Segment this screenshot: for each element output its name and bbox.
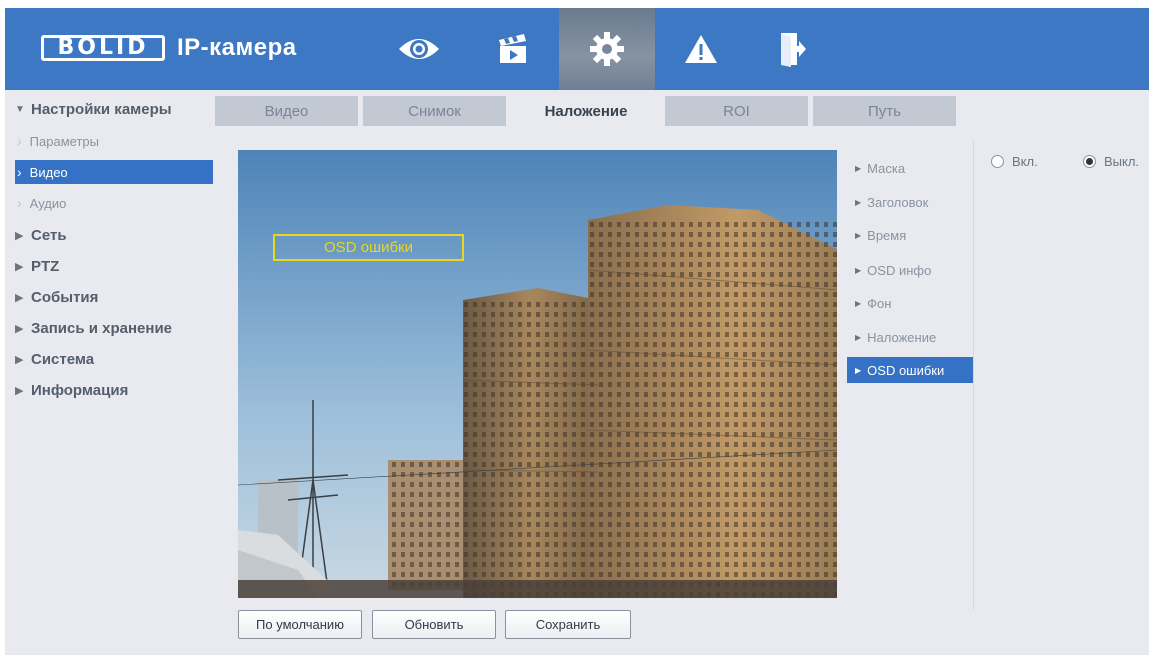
overlay-item-title[interactable]: ▶ Заголовок [847, 189, 973, 215]
triangle-right-icon: ▶ [855, 163, 862, 173]
overlay-item-label: Наложение [867, 329, 937, 345]
main-content: Видео Снимок Наложение ROI Путь OSD ошиб… [215, 90, 1149, 655]
bolid-logo: BOLID [41, 35, 165, 61]
radio-button-off[interactable] [1083, 155, 1096, 168]
osd-error-overlay[interactable]: OSD ошибки [273, 234, 464, 261]
logout-icon [781, 33, 806, 67]
tab-path[interactable]: Путь [813, 96, 956, 126]
gear-icon [590, 32, 624, 66]
triangle-right-icon: ▶ [15, 292, 24, 304]
overlay-item-label: Фон [867, 295, 892, 311]
warning-icon [685, 35, 717, 63]
overlay-item-mask[interactable]: ▶ Маска [847, 155, 973, 181]
sidebar-item-ptz[interactable]: ▶ PTZ [15, 258, 59, 275]
radio-button-on[interactable] [991, 155, 1004, 168]
sidebar-item-label: Сеть [31, 227, 67, 244]
tab-video[interactable]: Видео [215, 96, 358, 126]
sidebar-item-label: Параметры [29, 133, 99, 149]
tab-bar: Видео Снимок Наложение ROI Путь [215, 90, 1149, 126]
triangle-right-icon: ▶ [855, 230, 862, 240]
sidebar-item-label: Аудио [29, 195, 67, 211]
triangle-right-icon: ▶ [855, 197, 862, 207]
sidebar-item-parameters[interactable]: › Параметры [15, 129, 213, 153]
overlay-item-osd-errors[interactable]: ▶ OSD ошибки [847, 357, 973, 383]
radio-on[interactable]: Вкл. [991, 154, 1038, 169]
tab-snapshot[interactable]: Снимок [363, 96, 506, 126]
overlay-item-label: OSD инфо [867, 262, 932, 278]
sidebar-item-label: События [31, 289, 99, 306]
sidebar-camera-settings-label: Настройки камеры [31, 101, 172, 118]
overlay-item-label: OSD ошибки [867, 362, 945, 378]
sidebar-camera-settings[interactable]: ▼ Настройки камеры [15, 101, 172, 118]
nav-playback[interactable] [465, 8, 561, 90]
nav-live-view[interactable] [371, 8, 467, 90]
triangle-right-icon: ▶ [15, 385, 24, 397]
tab-overlay[interactable]: Наложение [512, 96, 660, 126]
logo-text: BOLID [57, 35, 149, 60]
overlay-item-label: Заголовок [867, 194, 929, 210]
clapperboard-icon [499, 34, 526, 63]
tab-label: Наложение [544, 102, 628, 120]
tab-label: Путь [868, 102, 901, 120]
overlay-item-label: Время [867, 227, 907, 243]
triangle-down-icon: ▼ [15, 104, 25, 115]
sidebar-item-events[interactable]: ▶ События [15, 289, 98, 306]
logo: BOLID IP-камера [41, 34, 297, 61]
tab-label: Видео [264, 102, 309, 120]
chevron-right-icon: › [17, 195, 22, 211]
triangle-right-icon: ▶ [855, 332, 862, 342]
radio-on-label: Вкл. [1012, 154, 1038, 169]
camera-scene [238, 150, 837, 598]
app-title: IP-камера [177, 34, 297, 61]
sidebar-item-video[interactable]: › Видео [15, 160, 213, 184]
eye-icon [399, 39, 439, 59]
triangle-right-icon: ▶ [15, 354, 24, 366]
sidebar-item-label: Система [31, 351, 95, 368]
sidebar: ▼ Настройки камеры › Параметры › Видео ›… [5, 90, 215, 655]
tab-label: ROI [723, 102, 750, 120]
top-bar: BOLID IP-камера [5, 8, 1149, 90]
save-button[interactable]: Сохранить [505, 610, 631, 639]
triangle-right-icon: ▶ [15, 261, 24, 273]
nav-settings[interactable] [559, 8, 655, 90]
sidebar-item-label: Информация [31, 382, 129, 399]
overlay-item-time[interactable]: ▶ Время [847, 222, 973, 248]
chevron-right-icon: › [17, 164, 22, 180]
default-button[interactable]: По умолчанию [238, 610, 362, 639]
divider [973, 140, 974, 610]
chevron-right-icon: › [17, 133, 22, 149]
sidebar-item-label: Запись и хранение [31, 320, 173, 337]
overlay-item-background[interactable]: ▶ Фон [847, 290, 973, 316]
triangle-right-icon: ▶ [855, 265, 862, 275]
overlay-item-label: Маска [867, 160, 906, 176]
tab-roi[interactable]: ROI [665, 96, 808, 126]
overlay-item-osd-info[interactable]: ▶ OSD инфо [847, 257, 973, 283]
sidebar-item-network[interactable]: ▶ Сеть [15, 227, 67, 244]
nav-alarm[interactable] [653, 8, 749, 90]
nav-logout[interactable] [745, 8, 841, 90]
video-preview[interactable]: OSD ошибки [238, 150, 837, 598]
sidebar-item-audio[interactable]: › Аудио [15, 191, 213, 215]
triangle-right-icon: ▶ [855, 298, 862, 308]
tab-label: Снимок [408, 102, 461, 120]
triangle-right-icon: ▶ [855, 365, 862, 375]
sidebar-item-label: Видео [29, 164, 68, 180]
overlay-item-overlay[interactable]: ▶ Наложение [847, 324, 973, 350]
sidebar-item-system[interactable]: ▶ Система [15, 351, 94, 368]
sidebar-item-storage[interactable]: ▶ Запись и хранение [15, 320, 172, 337]
refresh-button[interactable]: Обновить [372, 610, 496, 639]
radio-off-label: Выкл. [1104, 154, 1140, 169]
radio-off[interactable]: Выкл. [1083, 154, 1139, 169]
sidebar-item-info[interactable]: ▶ Информация [15, 382, 128, 399]
triangle-right-icon: ▶ [15, 230, 24, 242]
sidebar-item-label: PTZ [31, 258, 60, 275]
triangle-right-icon: ▶ [15, 323, 24, 335]
